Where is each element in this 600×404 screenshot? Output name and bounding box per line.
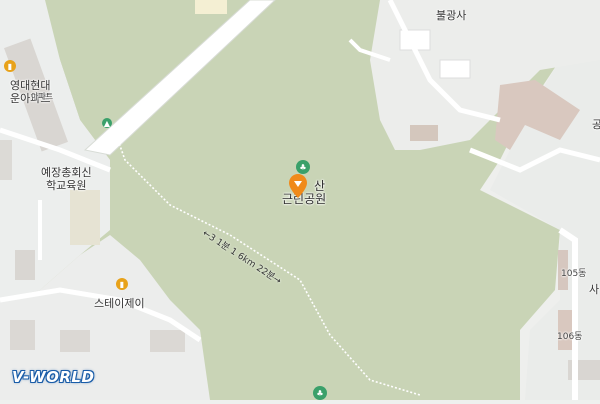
partial-label-gong: 공 <box>592 118 600 131</box>
temple-label: 불광사 <box>436 9 467 22</box>
stay-label: 스테이제이 <box>94 297 145 310</box>
park-entrance-icon[interactable]: ▲ <box>102 118 112 128</box>
vworld-logo: V-WORLD <box>12 368 95 386</box>
apartment-sign-label: 아파트 <box>31 92 54 101</box>
building-105-label: 105동 <box>561 269 587 279</box>
location-pin-icon[interactable] <box>289 174 307 198</box>
building-106-label: 106동 <box>557 332 583 342</box>
park-poi-icon[interactable]: ♣ <box>296 160 310 174</box>
stay-poi-icon[interactable]: ▮ <box>116 278 128 290</box>
school-label: 예장총회신 학교육원 <box>41 166 92 192</box>
park-label-top: 산 <box>314 179 326 193</box>
park-poi-icon-south[interactable]: ♣ <box>313 386 327 400</box>
apartment-poi-icon[interactable]: ▮ <box>4 60 16 72</box>
partial-label-right: 사 <box>589 283 600 296</box>
map-canvas[interactable]: 불광사 영대현대 운아파트 예장총회신 학교육원 스테이제이 근린공원 산 10… <box>0 0 600 400</box>
